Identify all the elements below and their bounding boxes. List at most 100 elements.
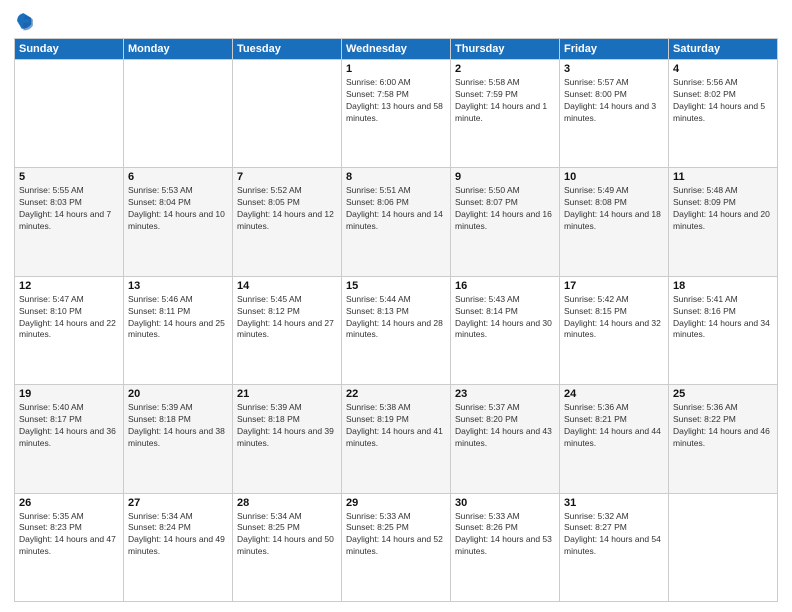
calendar-cell: 29 Sunrise: 5:33 AMSunset: 8:25 PMDayligh… bbox=[342, 493, 451, 601]
day-number: 4 bbox=[673, 63, 773, 75]
day-number: 14 bbox=[237, 280, 337, 292]
day-number: 10 bbox=[564, 171, 664, 183]
day-number: 3 bbox=[564, 63, 664, 75]
calendar-cell bbox=[124, 60, 233, 168]
calendar-cell: 14 Sunrise: 5:45 AMSunset: 8:12 PMDayligh… bbox=[233, 276, 342, 384]
calendar-cell bbox=[669, 493, 778, 601]
header bbox=[14, 10, 778, 32]
day-number: 27 bbox=[128, 497, 228, 509]
day-number: 13 bbox=[128, 280, 228, 292]
day-number: 5 bbox=[19, 171, 119, 183]
cell-content: Sunrise: 5:34 AMSunset: 8:25 PMDaylight:… bbox=[237, 511, 337, 559]
cell-content: Sunrise: 5:58 AMSunset: 7:59 PMDaylight:… bbox=[455, 77, 555, 125]
cell-content: Sunrise: 5:50 AMSunset: 8:07 PMDaylight:… bbox=[455, 185, 555, 233]
cell-content: Sunrise: 5:57 AMSunset: 8:00 PMDaylight:… bbox=[564, 77, 664, 125]
calendar-cell: 3 Sunrise: 5:57 AMSunset: 8:00 PMDaylight… bbox=[560, 60, 669, 168]
cell-content: Sunrise: 5:40 AMSunset: 8:17 PMDaylight:… bbox=[19, 402, 119, 450]
calendar-cell: 11Sunrise: 5:48 AMSunset: 8:09 PMDayligh… bbox=[669, 168, 778, 276]
calendar-cell: 15 Sunrise: 5:44 AMSunset: 8:13 PMDayligh… bbox=[342, 276, 451, 384]
cell-content: Sunrise: 5:48 AMSunset: 8:09 PMDaylight:… bbox=[673, 185, 773, 233]
cell-content: Sunrise: 5:49 AMSunset: 8:08 PMDaylight:… bbox=[564, 185, 664, 233]
day-number: 20 bbox=[128, 388, 228, 400]
weekday-header: Tuesday bbox=[233, 39, 342, 60]
cell-content: Sunrise: 5:46 AMSunset: 8:11 PMDaylight:… bbox=[128, 294, 228, 342]
day-number: 7 bbox=[237, 171, 337, 183]
calendar-cell: 12 Sunrise: 5:47 AMSunset: 8:10 PMDayligh… bbox=[15, 276, 124, 384]
calendar-cell: 28 Sunrise: 5:34 AMSunset: 8:25 PMDayligh… bbox=[233, 493, 342, 601]
cell-content: Sunrise: 5:52 AMSunset: 8:05 PMDaylight:… bbox=[237, 185, 337, 233]
cell-content: Sunrise: 5:36 AMSunset: 8:22 PMDaylight:… bbox=[673, 402, 773, 450]
calendar-cell: 13 Sunrise: 5:46 AMSunset: 8:11 PMDayligh… bbox=[124, 276, 233, 384]
calendar-cell: 25 Sunrise: 5:36 AMSunset: 8:22 PMDayligh… bbox=[669, 385, 778, 493]
calendar-cell: 24Sunrise: 5:36 AMSunset: 8:21 PMDayligh… bbox=[560, 385, 669, 493]
weekday-header: Friday bbox=[560, 39, 669, 60]
calendar-cell: 8 Sunrise: 5:51 AMSunset: 8:06 PMDaylight… bbox=[342, 168, 451, 276]
weekday-header: Saturday bbox=[669, 39, 778, 60]
day-number: 9 bbox=[455, 171, 555, 183]
weekday-header: Sunday bbox=[15, 39, 124, 60]
day-number: 29 bbox=[346, 497, 446, 509]
calendar-cell: 23Sunrise: 5:37 AMSunset: 8:20 PMDayligh… bbox=[451, 385, 560, 493]
day-number: 24 bbox=[564, 388, 664, 400]
day-number: 22 bbox=[346, 388, 446, 400]
calendar-cell: 26 Sunrise: 5:35 AMSunset: 8:23 PMDayligh… bbox=[15, 493, 124, 601]
calendar-cell: 17 Sunrise: 5:42 AMSunset: 8:15 PMDayligh… bbox=[560, 276, 669, 384]
calendar-cell: 27 Sunrise: 5:34 AMSunset: 8:24 PMDayligh… bbox=[124, 493, 233, 601]
day-number: 26 bbox=[19, 497, 119, 509]
day-number: 16 bbox=[455, 280, 555, 292]
calendar-cell: 21 Sunrise: 5:39 AMSunset: 8:18 PMDayligh… bbox=[233, 385, 342, 493]
weekday-header: Thursday bbox=[451, 39, 560, 60]
cell-content: Sunrise: 5:43 AMSunset: 8:14 PMDaylight:… bbox=[455, 294, 555, 342]
cell-content: Sunrise: 5:38 AMSunset: 8:19 PMDaylight:… bbox=[346, 402, 446, 450]
calendar-cell: 31 Sunrise: 5:32 AMSunset: 8:27 PMDayligh… bbox=[560, 493, 669, 601]
day-number: 28 bbox=[237, 497, 337, 509]
logo bbox=[14, 10, 39, 32]
calendar-cell bbox=[233, 60, 342, 168]
cell-content: Sunrise: 5:53 AMSunset: 8:04 PMDaylight:… bbox=[128, 185, 228, 233]
day-number: 19 bbox=[19, 388, 119, 400]
calendar-cell: 6 Sunrise: 5:53 AMSunset: 8:04 PMDaylight… bbox=[124, 168, 233, 276]
logo-icon bbox=[14, 10, 36, 32]
cell-content: Sunrise: 5:45 AMSunset: 8:12 PMDaylight:… bbox=[237, 294, 337, 342]
calendar-cell: 7 Sunrise: 5:52 AMSunset: 8:05 PMDaylight… bbox=[233, 168, 342, 276]
cell-content: Sunrise: 5:39 AMSunset: 8:18 PMDaylight:… bbox=[128, 402, 228, 450]
calendar-cell: 9 Sunrise: 5:50 AMSunset: 8:07 PMDaylight… bbox=[451, 168, 560, 276]
cell-content: Sunrise: 5:42 AMSunset: 8:15 PMDaylight:… bbox=[564, 294, 664, 342]
cell-content: Sunrise: 5:51 AMSunset: 8:06 PMDaylight:… bbox=[346, 185, 446, 233]
cell-content: Sunrise: 5:39 AMSunset: 8:18 PMDaylight:… bbox=[237, 402, 337, 450]
calendar-cell: 18 Sunrise: 5:41 AMSunset: 8:16 PMDayligh… bbox=[669, 276, 778, 384]
day-number: 25 bbox=[673, 388, 773, 400]
cell-content: Sunrise: 5:47 AMSunset: 8:10 PMDaylight:… bbox=[19, 294, 119, 342]
calendar-cell: 1Sunrise: 6:00 AMSunset: 7:58 PMDaylight… bbox=[342, 60, 451, 168]
weekday-header: Monday bbox=[124, 39, 233, 60]
cell-content: Sunrise: 5:55 AMSunset: 8:03 PMDaylight:… bbox=[19, 185, 119, 233]
calendar-cell: 20 Sunrise: 5:39 AMSunset: 8:18 PMDayligh… bbox=[124, 385, 233, 493]
cell-content: Sunrise: 5:41 AMSunset: 8:16 PMDaylight:… bbox=[673, 294, 773, 342]
day-number: 8 bbox=[346, 171, 446, 183]
day-number: 12 bbox=[19, 280, 119, 292]
calendar-cell: 16 Sunrise: 5:43 AMSunset: 8:14 PMDayligh… bbox=[451, 276, 560, 384]
calendar-cell: 2Sunrise: 5:58 AMSunset: 7:59 PMDaylight… bbox=[451, 60, 560, 168]
day-number: 21 bbox=[237, 388, 337, 400]
calendar-cell bbox=[15, 60, 124, 168]
cell-content: Sunrise: 5:56 AMSunset: 8:02 PMDaylight:… bbox=[673, 77, 773, 125]
calendar-cell: 4 Sunrise: 5:56 AMSunset: 8:02 PMDaylight… bbox=[669, 60, 778, 168]
page: SundayMondayTuesdayWednesdayThursdayFrid… bbox=[0, 0, 792, 612]
day-number: 31 bbox=[564, 497, 664, 509]
cell-content: Sunrise: 5:34 AMSunset: 8:24 PMDaylight:… bbox=[128, 511, 228, 559]
calendar: SundayMondayTuesdayWednesdayThursdayFrid… bbox=[14, 38, 778, 602]
calendar-cell: 5 Sunrise: 5:55 AMSunset: 8:03 PMDaylight… bbox=[15, 168, 124, 276]
day-number: 30 bbox=[455, 497, 555, 509]
calendar-cell: 19 Sunrise: 5:40 AMSunset: 8:17 PMDayligh… bbox=[15, 385, 124, 493]
cell-content: Sunrise: 5:33 AMSunset: 8:25 PMDaylight:… bbox=[346, 511, 446, 559]
weekday-header: Wednesday bbox=[342, 39, 451, 60]
cell-content: Sunrise: 5:37 AMSunset: 8:20 PMDaylight:… bbox=[455, 402, 555, 450]
cell-content: Sunrise: 5:44 AMSunset: 8:13 PMDaylight:… bbox=[346, 294, 446, 342]
day-number: 6 bbox=[128, 171, 228, 183]
day-number: 18 bbox=[673, 280, 773, 292]
day-number: 15 bbox=[346, 280, 446, 292]
calendar-cell: 22 Sunrise: 5:38 AMSunset: 8:19 PMDayligh… bbox=[342, 385, 451, 493]
cell-content: Sunrise: 5:32 AMSunset: 8:27 PMDaylight:… bbox=[564, 511, 664, 559]
cell-content: Sunrise: 5:35 AMSunset: 8:23 PMDaylight:… bbox=[19, 511, 119, 559]
day-number: 17 bbox=[564, 280, 664, 292]
